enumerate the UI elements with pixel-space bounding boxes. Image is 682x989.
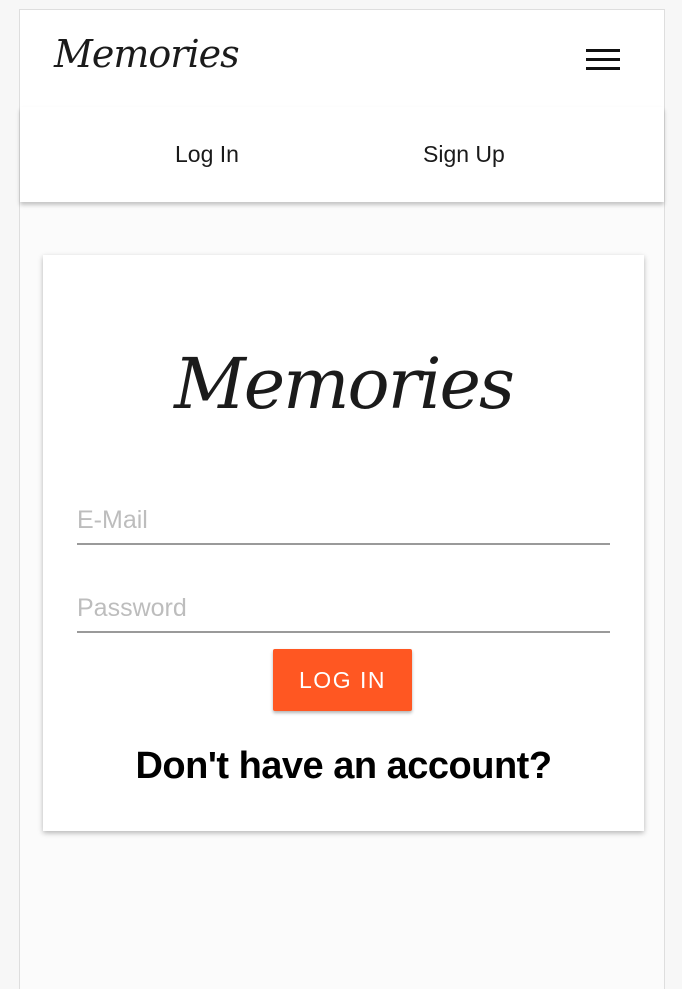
top-app-bar: Memories [20, 10, 664, 108]
hamburger-menu-icon[interactable] [586, 49, 620, 73]
card-logo: Memories [174, 343, 515, 425]
tab-sign-up[interactable]: Sign Up [423, 107, 505, 202]
login-card: Memories LOG IN Don't have an account? [43, 255, 644, 831]
app-frame: Memories Log In Sign Up Memories LOG IN … [19, 9, 665, 989]
email-field[interactable] [77, 497, 610, 545]
log-in-button[interactable]: LOG IN [273, 649, 412, 711]
nav-tabs: Log In Sign Up [20, 107, 664, 202]
tab-log-in[interactable]: Log In [175, 107, 239, 202]
brand-logo[interactable]: Memories [54, 32, 240, 76]
password-field[interactable] [77, 585, 610, 633]
signup-prompt-link[interactable]: Don't have an account? [43, 745, 644, 788]
